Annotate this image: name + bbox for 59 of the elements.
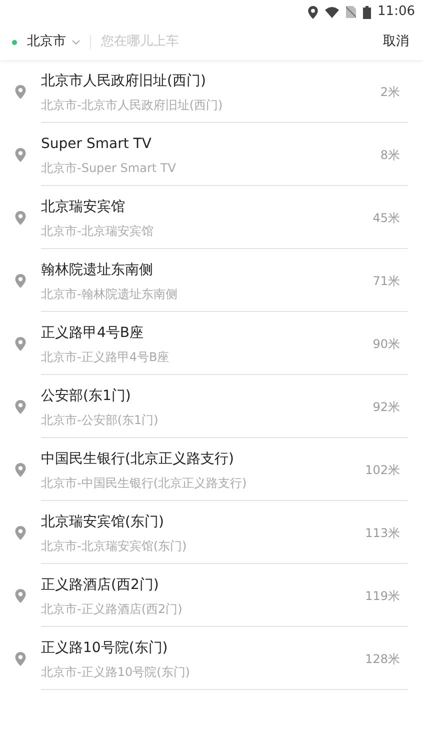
- distance: 128米: [365, 651, 400, 668]
- place-name: 北京瑞安宾馆(东门): [41, 512, 165, 532]
- place-name: Super Smart TV: [41, 134, 152, 154]
- place-name: 公安部(东1门): [41, 386, 132, 406]
- place-address: 北京市-北京瑞安宾馆(东门): [41, 538, 188, 554]
- place-name: 北京市人民政府旧址(西门): [41, 72, 207, 90]
- place-name: 翰林院遗址东南侧: [41, 260, 154, 280]
- result-item[interactable]: 北京瑞安宾馆 北京市-北京瑞安宾馆 45米: [0, 186, 423, 249]
- location-pin-icon: [15, 652, 26, 666]
- place-address: 北京市-北京瑞安宾馆: [41, 222, 154, 240]
- status-time: 11:06: [378, 3, 415, 22]
- cancel-button[interactable]: 取消: [383, 32, 409, 52]
- result-item[interactable]: 正义路甲4号B座 北京市-正义路甲4号B座 90米: [0, 312, 423, 375]
- distance: 119米: [365, 588, 400, 605]
- result-item[interactable]: 北京瑞安宾馆(东门) 北京市-北京瑞安宾馆(东门) 113米: [0, 501, 423, 564]
- place-name: 北京瑞安宾馆: [41, 198, 126, 216]
- distance: 92米: [372, 399, 400, 416]
- result-item[interactable]: 北京市人民政府旧址(西门) 北京市-北京市人民政府旧址(西门) 2米: [0, 60, 423, 123]
- city-selector[interactable]: 北京市: [27, 32, 80, 52]
- location-icon: [308, 6, 318, 18]
- place-address: 北京市-正义路甲4号B座: [41, 348, 170, 366]
- location-pin-icon: [15, 400, 26, 414]
- location-pin-icon: [15, 588, 26, 602]
- result-item[interactable]: 翰林院遗址东南侧 北京市-翰林院遗址东南侧 71米: [0, 249, 423, 312]
- place-address: 北京市-正义路酒店(西2门): [41, 600, 184, 618]
- place-name: 中国民生银行(北京正义路支行): [41, 450, 235, 468]
- location-pin-icon: [15, 148, 26, 162]
- place-address: 北京市-正义路10号院(东门): [41, 664, 191, 680]
- result-item[interactable]: 公安部(东1门) 北京市-公安部(东1门) 92米: [0, 375, 423, 438]
- location-pin-icon: [15, 84, 26, 98]
- distance: 2米: [380, 84, 400, 101]
- result-item[interactable]: 正义路酒店(西2门) 北京市-正义路酒店(西2门) 119米: [0, 564, 423, 627]
- location-pin-icon: [15, 526, 26, 540]
- distance: 8米: [380, 147, 400, 164]
- place-name: 正义路10号院(东门): [41, 638, 169, 658]
- search-field[interactable]: 您在哪儿上车: [101, 32, 383, 52]
- distance: 45米: [372, 210, 400, 227]
- location-pin-icon: [15, 210, 26, 224]
- distance: 113米: [365, 525, 400, 542]
- battery-icon: [362, 6, 371, 18]
- place-address: 北京市-公安部(东1门): [41, 412, 160, 428]
- place-address: 北京市-北京市人民政府旧址(西门): [41, 96, 224, 114]
- location-pin-icon: [15, 462, 26, 476]
- distance: 90米: [372, 336, 400, 353]
- place-name: 正义路甲4号B座: [41, 324, 145, 342]
- place-address: 北京市-翰林院遗址东南侧: [41, 286, 178, 302]
- no-sim-icon: [346, 6, 356, 18]
- location-pin-icon: [15, 336, 26, 350]
- distance: 71米: [372, 273, 400, 290]
- place-name: 正义路酒店(西2门): [41, 576, 160, 594]
- chevron-down-icon: [72, 40, 80, 44]
- location-pin-icon: [15, 274, 26, 288]
- wifi-icon: [324, 6, 339, 18]
- place-address: 北京市-Super Smart TV: [41, 160, 177, 176]
- distance: 102米: [365, 462, 400, 479]
- place-address: 北京市-中国民生银行(北京正义路支行): [41, 474, 248, 492]
- result-item[interactable]: 正义路10号院(东门) 北京市-正义路10号院(东门) 128米: [0, 627, 423, 690]
- result-item[interactable]: 中国民生银行(北京正义路支行) 北京市-中国民生银行(北京正义路支行) 102米: [0, 438, 423, 501]
- result-item[interactable]: Super Smart TV 北京市-Super Smart TV 8米: [0, 123, 423, 186]
